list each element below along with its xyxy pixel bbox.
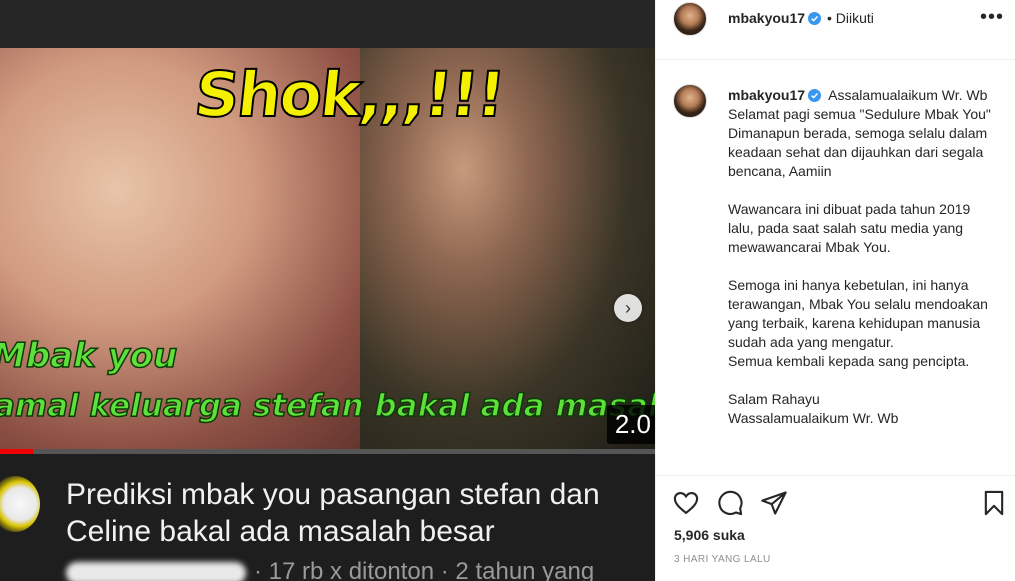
header-username-text[interactable]: mbakyou17: [728, 10, 805, 26]
post-header: mbakyou17 • Diikuti •••: [656, 0, 1015, 60]
caption-line: Dimanapun berada, semoga selalu dalam ke…: [728, 125, 988, 179]
heart-icon[interactable]: [672, 489, 700, 517]
caption-line: Salam Rahayu: [728, 391, 820, 407]
thumbnail-headline: Shok,,,!!!: [190, 57, 508, 132]
video-duration-badge: 2.0: [606, 405, 655, 444]
caption-username[interactable]: mbakyou17: [728, 87, 822, 103]
instagram-post-view: Shok,,,!!! Mbak you amal keluarga stefan…: [0, 0, 1015, 581]
verified-icon: [808, 12, 822, 25]
caption-line: Wassalamualaikum Wr. Wb: [728, 410, 899, 426]
media-top-bar: [0, 0, 655, 48]
video-meta-text: · 17 rb x ditonton · 2 tahun yang: [254, 558, 595, 581]
channel-avatar: [0, 476, 40, 532]
thumbnail-caption-name: Mbak you: [0, 335, 178, 377]
video-meta: · 17 rb x ditonton · 2 tahun yang: [66, 558, 594, 581]
caption-line: Wawancara ini dibuat pada tahun 2019 lal…: [728, 201, 971, 255]
comment-icon[interactable]: [716, 489, 744, 517]
like-count[interactable]: 5,906 suka: [674, 527, 745, 543]
more-icon[interactable]: •••: [980, 6, 1004, 29]
post-actions: 5,906 suka 3 HARI YANG LALU: [656, 475, 1015, 581]
caption-line: Semua kembali kepada sang pencipta.: [728, 353, 970, 369]
caption-avatar[interactable]: [673, 84, 707, 118]
bookmark-icon[interactable]: [980, 489, 1008, 517]
caption-section: mbakyou17 Assalamualaikum Wr. Wb Selamat …: [656, 60, 1015, 475]
next-icon[interactable]: ›: [614, 294, 642, 322]
blurred-channel-name: [66, 561, 246, 581]
follow-status[interactable]: • Diikuti: [827, 10, 874, 26]
caption-line: Assalamualaikum Wr. Wb: [828, 87, 988, 103]
header-username[interactable]: mbakyou17: [728, 10, 822, 26]
caption-username-text[interactable]: mbakyou17: [728, 87, 805, 103]
post-caption: mbakyou17 Assalamualaikum Wr. Wb Selamat …: [728, 86, 998, 428]
video-title: Prediksi mbak you pasangan stefan dan Ce…: [66, 478, 600, 548]
video-thumbnail[interactable]: Shok,,,!!! Mbak you amal keluarga stefan…: [0, 48, 655, 453]
verified-icon: [808, 89, 822, 102]
caption-line: Selamat pagi semua "Sedulure Mbak You": [728, 106, 991, 122]
avatar[interactable]: [673, 2, 707, 36]
caption-line: Semoga ini hanya kebetulan, ini hanya te…: [728, 277, 988, 350]
post-timestamp[interactable]: 3 HARI YANG LALU: [674, 554, 771, 565]
thumbnail-caption-text: amal keluarga stefan bakal ada masalah b…: [0, 387, 655, 425]
post-media[interactable]: Shok,,,!!! Mbak you amal keluarga stefan…: [0, 0, 655, 581]
video-info: Prediksi mbak you pasangan stefan dan Ce…: [0, 454, 655, 581]
post-side-panel: mbakyou17 • Diikuti ••• mbakyou17 Assala…: [655, 0, 1015, 581]
share-icon[interactable]: [760, 489, 788, 517]
